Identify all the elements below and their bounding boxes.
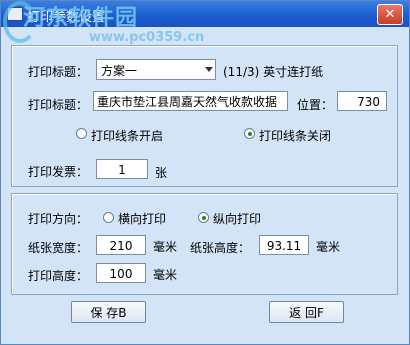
save-button[interactable]: 保 存B <box>71 301 146 323</box>
chevron-down-icon[interactable] <box>205 67 213 72</box>
paper-width-label: 纸张宽度： <box>28 241 89 255</box>
line-on-label[interactable]: 打印线条开启 <box>91 127 163 144</box>
close-button[interactable]: ✕ <box>377 4 403 25</box>
watermark-text: 河东软件园 <box>23 6 139 31</box>
portrait-radio[interactable] <box>198 212 209 223</box>
print-height-input[interactable]: 100 <box>96 263 146 283</box>
scheme-select[interactable]: 方案一 <box>96 59 216 80</box>
print-height-unit: 毫米 <box>153 268 178 282</box>
position-input[interactable]: 730 <box>337 91 387 111</box>
scheme-info: (11/3) 英寸连打纸 <box>223 65 324 79</box>
title-label: 打印标题： <box>28 98 89 112</box>
paper-width-input[interactable]: 210 <box>96 235 146 255</box>
print-height-label: 打印高度： <box>28 269 89 283</box>
invoice-unit: 张 <box>155 166 168 180</box>
back-button[interactable]: 返 回F <box>269 301 344 323</box>
watermark-url: www.pc0359.cn <box>89 30 205 45</box>
title-input[interactable]: 重庆市垫江县周嘉天然气收款收据 <box>93 91 288 111</box>
title-bar[interactable]: 打印参数设置 河东软件园 ✕ <box>1 1 409 43</box>
landscape-label[interactable]: 横向打印 <box>118 210 166 227</box>
line-off-radio[interactable] <box>244 128 255 139</box>
invoice-input[interactable]: 1 <box>96 159 148 179</box>
invoice-label: 打印发票： <box>28 165 89 179</box>
portrait-label[interactable]: 纵向打印 <box>213 210 261 227</box>
scheme-value: 方案一 <box>101 64 138 78</box>
line-off-label[interactable]: 打印线条关闭 <box>259 127 331 144</box>
paper-height-label: 纸张高度： <box>190 241 251 255</box>
landscape-radio[interactable] <box>103 212 114 223</box>
position-label: 位置： <box>297 98 334 112</box>
scheme-label: 打印标题： <box>28 65 89 79</box>
paper-height-unit: 毫米 <box>316 240 341 254</box>
direction-label: 打印方向： <box>28 212 89 226</box>
paper-height-input[interactable]: 93.11 <box>259 235 309 255</box>
print-settings-window: 打印参数设置 河东软件园 ✕ www.pc0359.cn 打印标题： 方案一 (… <box>0 0 410 345</box>
line-on-radio[interactable] <box>76 128 87 139</box>
paper-width-unit: 毫米 <box>153 240 178 254</box>
